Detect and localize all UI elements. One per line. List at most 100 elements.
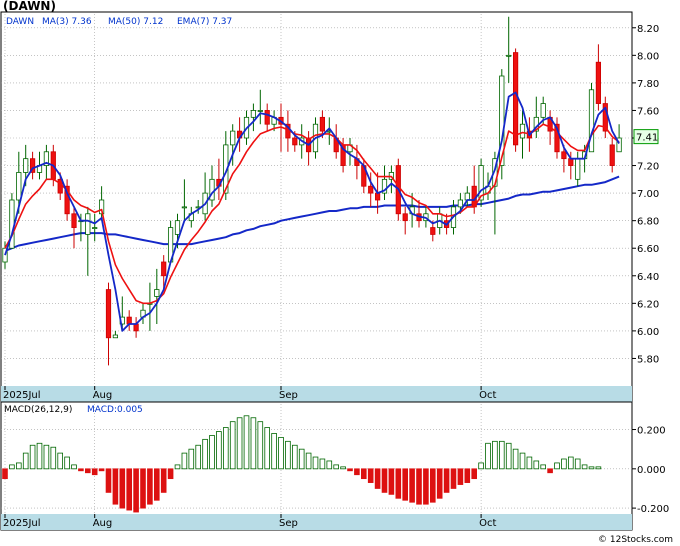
candle-body	[133, 323, 139, 332]
macd-bar	[298, 448, 305, 470]
macd-bar	[409, 468, 415, 503]
macd-bar	[471, 468, 477, 480]
macd-bar	[367, 468, 374, 483]
macd-bar	[498, 440, 505, 470]
macd-xtick-label: Oct	[479, 518, 496, 529]
macd-bar	[271, 433, 277, 470]
price-ytick-label: 7.00	[637, 189, 659, 200]
macd-bar	[505, 442, 512, 470]
macd-bar	[305, 452, 312, 470]
macd-bar	[167, 468, 174, 480]
legend-ma50: MA(50) 7.12	[108, 17, 163, 27]
macd-bar	[568, 456, 574, 470]
macd-xtick-label: Sep	[279, 518, 298, 529]
macd-bar	[360, 468, 367, 480]
price-y-axis: 5.806.006.206.406.606.807.007.207.407.60…	[632, 24, 659, 365]
macd-bar	[354, 468, 360, 476]
macd-bar	[147, 468, 153, 505]
candle-body	[23, 158, 29, 173]
macd-bar	[229, 421, 236, 470]
macd-bar	[285, 440, 291, 470]
price-ytick-label: 6.80	[637, 217, 659, 228]
macd-bar	[9, 464, 15, 470]
macd-bar	[312, 456, 319, 470]
candle-body	[319, 116, 326, 132]
macd-ytick-label: -0.200	[637, 504, 669, 515]
candle-body	[85, 213, 91, 235]
macd-bar	[85, 468, 91, 474]
price-ytick-label: 6.20	[637, 299, 659, 310]
macd-bar	[181, 452, 188, 470]
macd-bar	[416, 468, 422, 505]
macd-bar	[202, 438, 208, 470]
macd-xtick-label: 2025Jul	[3, 518, 41, 529]
macd-bar	[153, 468, 160, 501]
candle-body	[264, 110, 270, 125]
candle-body	[609, 144, 615, 166]
last-price-value: 7.41	[636, 133, 658, 144]
macd-bar	[250, 417, 257, 470]
macd-bar	[519, 452, 526, 470]
candle-body	[575, 158, 581, 180]
candle-body	[519, 123, 526, 139]
macd-bar	[126, 468, 133, 511]
macd-bar	[160, 468, 167, 493]
legend-symbol: DAWN	[6, 17, 34, 27]
price-ytick-label: 6.60	[637, 244, 659, 255]
site-credit: © 12Stocks.com	[598, 535, 673, 545]
candle-body	[464, 192, 470, 201]
macd-bar	[588, 466, 595, 470]
macd-bar	[264, 427, 270, 470]
macd-bar	[450, 468, 457, 489]
macd-bar	[105, 468, 112, 493]
candle-body	[126, 316, 132, 325]
macd-bar	[478, 462, 484, 470]
macd-bar	[595, 466, 602, 470]
candle-body	[161, 261, 167, 277]
candle-body	[506, 54, 512, 57]
macd-bar	[195, 444, 202, 470]
macd-bar	[112, 468, 119, 505]
candle-body	[105, 289, 112, 339]
macd-bar	[347, 468, 353, 472]
candle-body	[112, 334, 118, 339]
macd-bar	[236, 417, 243, 470]
macd-bar	[278, 436, 284, 470]
macd-bar	[257, 421, 264, 470]
last-price-tag: 7.41	[633, 129, 659, 145]
candle-body	[540, 103, 546, 118]
candle-body	[568, 158, 574, 166]
price-panel-frame	[0, 11, 633, 403]
macd-title: MACD(26,12,9)	[4, 405, 72, 415]
macd-bar	[526, 456, 533, 470]
candle-body	[430, 227, 436, 235]
candle-body	[595, 61, 602, 104]
macd-bar	[561, 458, 567, 470]
macd-bar	[174, 464, 181, 470]
macd-bar	[423, 468, 429, 505]
price-ytick-label: 7.80	[637, 79, 659, 90]
macd-bar	[91, 468, 98, 476]
macd-bar	[340, 466, 346, 470]
macd-bar	[436, 468, 443, 499]
macd-bar	[381, 468, 388, 493]
price-ytick-label: 6.00	[637, 327, 659, 338]
macd-bar	[222, 427, 229, 470]
macd-bar	[388, 468, 395, 495]
price-ytick-label: 8.00	[637, 51, 659, 62]
legend-ema7: EMA(7) 7.37	[177, 17, 232, 27]
candle-body	[402, 213, 408, 222]
price-ytick-label: 8.20	[637, 24, 659, 35]
macd-bar	[492, 440, 498, 470]
macd-bar	[43, 444, 50, 470]
macd-bar	[319, 458, 326, 470]
macd-bar	[533, 460, 540, 470]
macd-ytick-label: 0.000	[637, 465, 666, 476]
candle-body	[174, 220, 181, 235]
macd-bar	[216, 431, 222, 470]
macd-bar	[50, 446, 57, 470]
candle-body	[154, 289, 160, 297]
candle-body	[561, 151, 567, 160]
macd-bar	[98, 468, 105, 472]
macd-bar	[540, 464, 546, 470]
